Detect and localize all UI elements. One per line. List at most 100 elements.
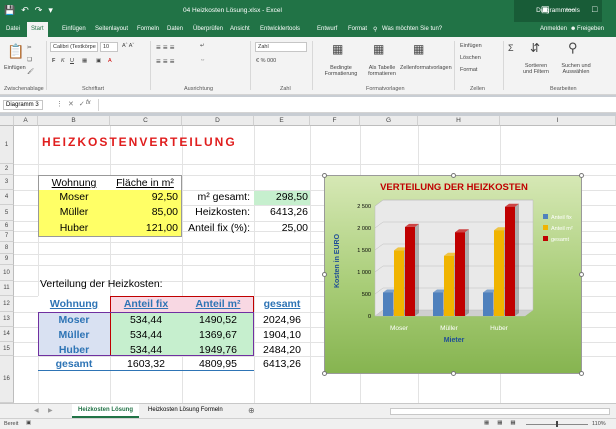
- t1-wohnung[interactable]: Huber: [40, 221, 108, 235]
- zoom-slider-thumb[interactable]: [556, 421, 558, 427]
- as-table-button[interactable]: Als Tabelle formatieren: [363, 65, 401, 77]
- t2-total-value[interactable]: 6413,26: [254, 357, 310, 371]
- fx-icon[interactable]: fx: [86, 100, 91, 106]
- t1-flaeche[interactable]: 121,00: [110, 221, 180, 235]
- tab-seitenlayout[interactable]: Seitenlayout: [95, 26, 128, 32]
- t2-header-anteil-fix[interactable]: Anteil fix: [110, 297, 182, 311]
- search-icon[interactable]: ⚲: [568, 40, 578, 56]
- t2-wohnung[interactable]: Huber: [38, 343, 110, 357]
- sheet-tab-loesung[interactable]: Heizkosten Lösung: [72, 404, 140, 418]
- column-header[interactable]: H: [418, 116, 500, 126]
- t2-value[interactable]: 534,44: [110, 343, 182, 357]
- ribbon-options-icon[interactable]: ▣: [541, 4, 550, 15]
- cut-icon[interactable]: ✂: [27, 45, 32, 51]
- cond-format-icon[interactable]: ▦: [332, 42, 343, 56]
- number-format-box[interactable]: Zahl: [255, 42, 307, 52]
- tab-einfuegen[interactable]: Einfügen: [62, 26, 86, 32]
- resize-handle[interactable]: [451, 371, 456, 376]
- t2-total-label[interactable]: gesamt: [38, 357, 110, 371]
- t1-wohnung[interactable]: Moser: [40, 190, 108, 204]
- horizontal-scrollbar[interactable]: [390, 408, 610, 415]
- row-header[interactable]: 16: [0, 356, 14, 403]
- redo-icon[interactable]: ↷: [35, 5, 43, 16]
- maximize-icon[interactable]: □: [592, 4, 597, 14]
- sort-filter-button[interactable]: Sortieren und Filtern: [520, 63, 552, 75]
- add-sheet-icon[interactable]: ⊕: [248, 406, 255, 415]
- column-header[interactable]: E: [254, 116, 310, 126]
- macro-record-icon[interactable]: ▣: [26, 420, 31, 426]
- column-header[interactable]: B: [38, 116, 110, 126]
- t1-header-flaeche[interactable]: Fläche in m²: [110, 176, 180, 190]
- chart-heizkosten[interactable]: 0 500 1 000 1 500 2 000 2 500 Moser Müller Huber…: [324, 175, 582, 374]
- t2-value[interactable]: 2484,20: [254, 343, 310, 357]
- next-sheet-icon[interactable]: ▶: [48, 407, 53, 414]
- row-header[interactable]: 7: [0, 231, 14, 242]
- resize-handle[interactable]: [322, 371, 327, 376]
- tab-entwurf[interactable]: Entwurf: [317, 26, 337, 32]
- border-icon[interactable]: ▦: [82, 58, 87, 64]
- column-header[interactable]: G: [360, 116, 418, 126]
- formula-input[interactable]: [98, 99, 612, 111]
- tab-ansicht[interactable]: Ansicht: [230, 26, 250, 32]
- row-header[interactable]: 6: [0, 221, 14, 231]
- t2-value[interactable]: 1904,10: [254, 328, 310, 342]
- info-label[interactable]: Heizkosten:: [184, 205, 252, 219]
- delete-cells-button[interactable]: Löschen: [460, 55, 481, 61]
- align-top-icon[interactable]: ≡ ≡ ≡: [156, 43, 174, 52]
- t1-flaeche[interactable]: 85,00: [110, 205, 180, 219]
- tab-daten[interactable]: Daten: [167, 26, 183, 32]
- find-select-button[interactable]: Suchen und Auswählen: [556, 63, 596, 75]
- t1-wohnung[interactable]: Müller: [40, 205, 108, 219]
- autosum-icon[interactable]: Σ: [508, 43, 514, 53]
- column-header[interactable]: A: [14, 116, 38, 126]
- signin-link[interactable]: Anmelden: [540, 26, 567, 32]
- info-value[interactable]: 298,50: [254, 190, 310, 204]
- format-painter-icon[interactable]: 🖌: [27, 69, 34, 75]
- select-all-corner[interactable]: [0, 116, 14, 126]
- row-header[interactable]: 12: [0, 296, 14, 312]
- t2-total-value[interactable]: 1603,32: [110, 357, 182, 371]
- row-header[interactable]: 9: [0, 254, 14, 265]
- save-icon[interactable]: 💾: [4, 5, 15, 16]
- row-header[interactable]: 14: [0, 327, 14, 342]
- cell-styles-icon[interactable]: ▦: [413, 42, 424, 56]
- row-header[interactable]: 13: [0, 312, 14, 327]
- t2-value[interactable]: 1949,76: [182, 343, 254, 357]
- t2-wohnung[interactable]: Müller: [38, 328, 110, 342]
- cell-styles-button[interactable]: Zellenformatvorlagen: [400, 65, 452, 71]
- t2-header-gesamt[interactable]: gesamt: [254, 297, 310, 311]
- row-header[interactable]: 11: [0, 281, 14, 296]
- cond-format-button[interactable]: Bedingte Formatierung: [321, 65, 361, 77]
- dist-label[interactable]: Verteilung der Heizkosten:: [40, 277, 240, 291]
- tab-entwicklertools[interactable]: Entwicklertools: [260, 26, 300, 32]
- sort-filter-icon[interactable]: ⇵: [530, 41, 540, 55]
- font-name-box[interactable]: Calibri (Textkörpe: [50, 42, 98, 52]
- copy-icon[interactable]: ❏: [27, 57, 32, 63]
- underline-icon[interactable]: U: [70, 58, 74, 64]
- column-header[interactable]: I: [500, 116, 616, 126]
- wrap-text-icon[interactable]: ↵: [200, 43, 205, 49]
- t2-value[interactable]: 1490,52: [182, 313, 254, 327]
- t1-header-wohnung[interactable]: Wohnung: [40, 176, 108, 190]
- font-color-icon[interactable]: A: [108, 58, 112, 64]
- row-header[interactable]: 3: [0, 175, 14, 190]
- paste-icon[interactable]: 📋: [7, 43, 24, 60]
- bold-icon[interactable]: F: [52, 58, 55, 64]
- sheet-tab-formeln[interactable]: Heizkosten Lösung Formeln: [142, 404, 229, 418]
- customize-icon[interactable]: ▾: [48, 5, 53, 16]
- fill-color-icon[interactable]: ▣: [96, 58, 101, 64]
- tab-start[interactable]: Start: [27, 22, 48, 37]
- resize-handle[interactable]: [451, 173, 456, 178]
- t2-value[interactable]: 534,44: [110, 313, 182, 327]
- italic-icon[interactable]: K: [61, 58, 65, 64]
- info-value[interactable]: 25,00: [254, 221, 310, 235]
- row-header[interactable]: 15: [0, 342, 14, 356]
- resize-handle[interactable]: [579, 173, 584, 178]
- resize-handle[interactable]: [322, 173, 327, 178]
- t2-value[interactable]: 2024,96: [254, 313, 310, 327]
- sheet-title[interactable]: HEIZKOSTENVERTEILUNG: [42, 135, 302, 151]
- t2-header-wohnung[interactable]: Wohnung: [38, 297, 110, 311]
- row-header[interactable]: 8: [0, 242, 14, 254]
- column-header[interactable]: C: [110, 116, 182, 126]
- row-header[interactable]: 10: [0, 265, 14, 281]
